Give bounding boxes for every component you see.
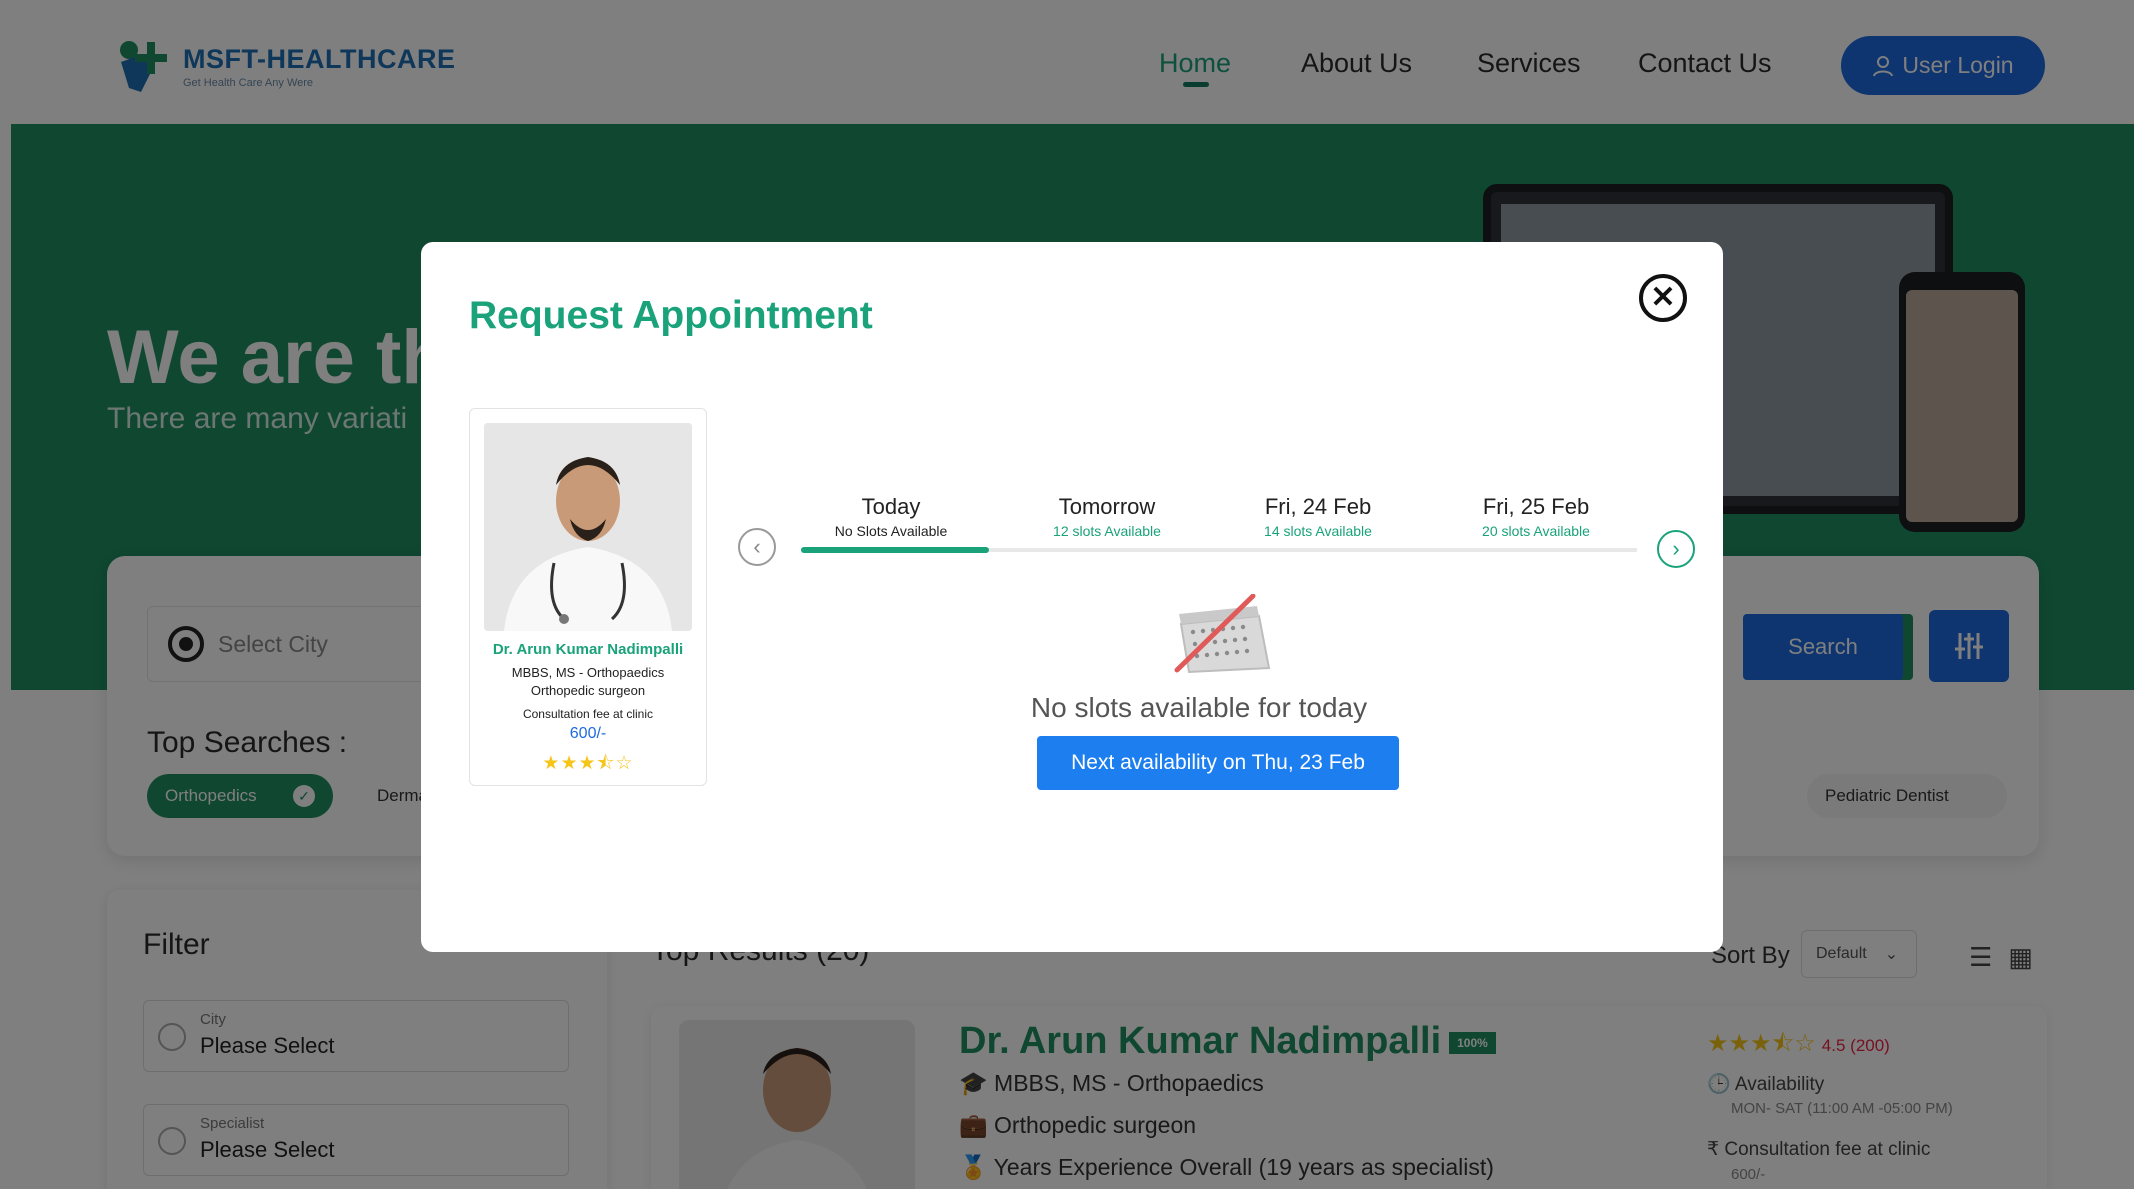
close-button[interactable]: ✕ — [1639, 274, 1687, 322]
chevron-right-icon: › — [1672, 536, 1680, 561]
modal-title: Request Appointment — [469, 294, 873, 337]
tab-fri-24-feb-label: Fri, 24 Feb — [1264, 494, 1372, 519]
next-days-button[interactable]: › — [1657, 530, 1695, 568]
doctor-photo — [484, 423, 692, 631]
doctor-rating-stars: ★★★⯪☆ — [542, 753, 634, 774]
doctor-role: Orthopedic surgeon — [530, 683, 646, 698]
tab-tomorrow-slots: 12 slots Available — [1053, 523, 1161, 539]
doctor-name: Dr. Arun Kumar Nadimpalli — [492, 641, 684, 658]
chevron-left-icon: ‹ — [753, 534, 761, 559]
day-tabs-active-indicator — [801, 547, 989, 553]
fee-label: Consultation fee at clinic — [522, 707, 654, 721]
tab-fri-25-feb-label: Fri, 25 Feb — [1482, 494, 1590, 519]
tab-tomorrow[interactable]: Tomorrow 12 slots Available — [1007, 494, 1207, 539]
tab-fri-24-feb[interactable]: Fri, 24 Feb 14 slots Available — [1218, 494, 1418, 539]
close-icon: ✕ — [1650, 281, 1676, 314]
fee-value: 600/- — [569, 725, 607, 742]
no-calendar-icon — [1174, 594, 1271, 674]
tab-fri-25-feb[interactable]: Fri, 25 Feb 20 slots Available — [1436, 494, 1636, 539]
tab-fri-25-feb-slots: 20 slots Available — [1482, 523, 1590, 539]
tab-tomorrow-label: Tomorrow — [1058, 494, 1156, 519]
request-appointment-modal: Request Appointment ✕ Dr. Arun Kumar Nad… — [421, 242, 1723, 952]
tab-today-label: Today — [861, 494, 921, 519]
tab-today-slots: No Slots Available — [834, 523, 948, 539]
tab-today[interactable]: Today No Slots Available — [791, 494, 991, 539]
doctor-summary-card: Dr. Arun Kumar Nadimpalli MBBS, MS - Ort… — [469, 408, 707, 786]
tab-fri-24-feb-slots: 14 slots Available — [1264, 523, 1372, 539]
next-availability-button[interactable]: Next availability on Thu, 23 Feb — [1037, 736, 1399, 790]
prev-days-button[interactable]: ‹ — [738, 528, 776, 566]
doctor-degree: MBBS, MS - Orthopaedics — [511, 665, 665, 680]
no-slots-message: No slots available for today — [1030, 692, 1368, 723]
